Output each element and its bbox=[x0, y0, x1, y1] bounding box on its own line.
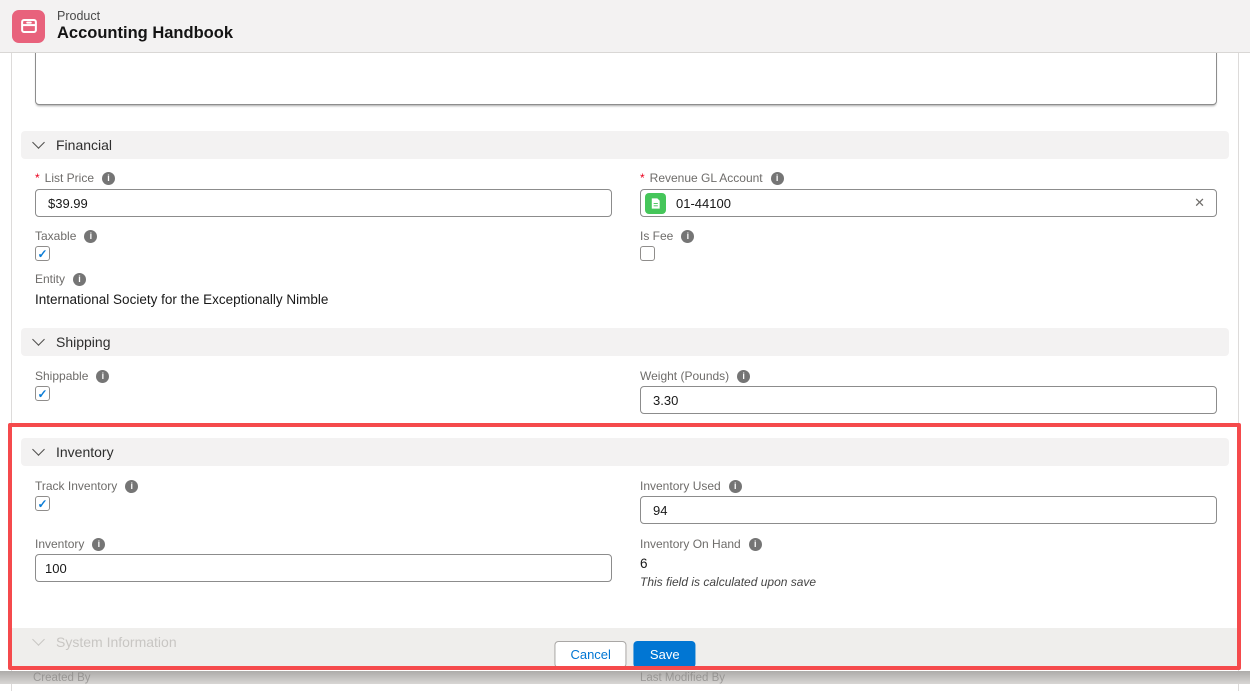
shippable-label: Shippable bbox=[35, 369, 109, 383]
clear-selection-icon[interactable] bbox=[1192, 193, 1207, 213]
info-icon[interactable] bbox=[92, 538, 105, 551]
entity-value: International Society for the Exceptiona… bbox=[35, 292, 328, 307]
section-header-inventory[interactable]: Inventory bbox=[21, 438, 1229, 466]
info-icon[interactable] bbox=[681, 230, 694, 243]
weight-label: Weight (Pounds) bbox=[640, 369, 750, 383]
taxable-checkbox[interactable] bbox=[35, 246, 50, 261]
info-icon[interactable] bbox=[729, 480, 742, 493]
cancel-button[interactable]: Cancel bbox=[554, 641, 626, 668]
system-information-fields-strip: Created By Last Modified By bbox=[0, 671, 1250, 684]
revenue-gl-account-value: 01-44100 bbox=[676, 196, 1192, 211]
inventory-used-input[interactable] bbox=[640, 496, 1217, 524]
record-header: Product Accounting Handbook bbox=[0, 0, 1250, 53]
last-modified-by-label: Last Modified By bbox=[640, 672, 725, 684]
section-header-financial[interactable]: Financial bbox=[21, 131, 1229, 159]
box-icon bbox=[18, 15, 40, 37]
list-price-label: * List Price bbox=[35, 171, 115, 185]
inventory-used-label: Inventory Used bbox=[640, 479, 742, 493]
shippable-checkbox[interactable] bbox=[35, 386, 50, 401]
section-label: Shipping bbox=[56, 334, 111, 350]
page-title: Accounting Handbook bbox=[57, 24, 233, 43]
info-icon[interactable] bbox=[84, 230, 97, 243]
chevron-down-icon bbox=[32, 633, 45, 646]
is-fee-checkbox[interactable] bbox=[640, 246, 655, 261]
weight-input[interactable] bbox=[640, 386, 1217, 414]
info-icon[interactable] bbox=[125, 480, 138, 493]
info-icon[interactable] bbox=[749, 538, 762, 551]
section-label: Financial bbox=[56, 137, 112, 153]
list-price-input[interactable] bbox=[35, 189, 612, 217]
gl-account-icon bbox=[645, 193, 666, 214]
track-inventory-label: Track Inventory bbox=[35, 479, 138, 493]
save-button[interactable]: Save bbox=[634, 641, 696, 668]
product-record-icon bbox=[12, 10, 45, 43]
required-asterisk: * bbox=[640, 171, 645, 185]
section-label: Inventory bbox=[56, 444, 114, 460]
section-label: System Information bbox=[56, 634, 177, 650]
is-fee-label: Is Fee bbox=[640, 229, 694, 243]
card-right-border bbox=[1238, 53, 1239, 691]
inventory-on-hand-value: 6 bbox=[640, 556, 648, 571]
info-icon[interactable] bbox=[771, 172, 784, 185]
page: Product Accounting Handbook Financial * … bbox=[0, 0, 1250, 691]
inventory-label: Inventory bbox=[35, 537, 105, 551]
entity-label: Entity bbox=[35, 272, 86, 286]
inventory-on-hand-label: Inventory On Hand bbox=[640, 537, 762, 551]
inventory-input[interactable] bbox=[35, 554, 612, 582]
info-icon[interactable] bbox=[96, 370, 109, 383]
track-inventory-checkbox[interactable] bbox=[35, 496, 50, 511]
chevron-down-icon bbox=[32, 136, 45, 149]
info-icon[interactable] bbox=[73, 273, 86, 286]
chevron-down-icon bbox=[32, 443, 45, 456]
revenue-gl-account-lookup[interactable]: 01-44100 bbox=[640, 189, 1217, 217]
info-icon[interactable] bbox=[737, 370, 750, 383]
required-asterisk: * bbox=[35, 171, 40, 185]
revenue-gl-account-label: * Revenue GL Account bbox=[640, 171, 784, 185]
section-header-shipping[interactable]: Shipping bbox=[21, 328, 1229, 356]
inventory-on-hand-help: This field is calculated upon save bbox=[640, 575, 816, 589]
footer-actions: Cancel Save bbox=[554, 641, 695, 668]
taxable-label: Taxable bbox=[35, 229, 97, 243]
object-label: Product bbox=[57, 9, 233, 24]
chevron-down-icon bbox=[32, 333, 45, 346]
info-icon[interactable] bbox=[102, 172, 115, 185]
created-by-label: Created By bbox=[33, 672, 91, 684]
section-header-system-information[interactable]: System Information bbox=[21, 634, 177, 650]
card-left-border bbox=[11, 53, 12, 691]
